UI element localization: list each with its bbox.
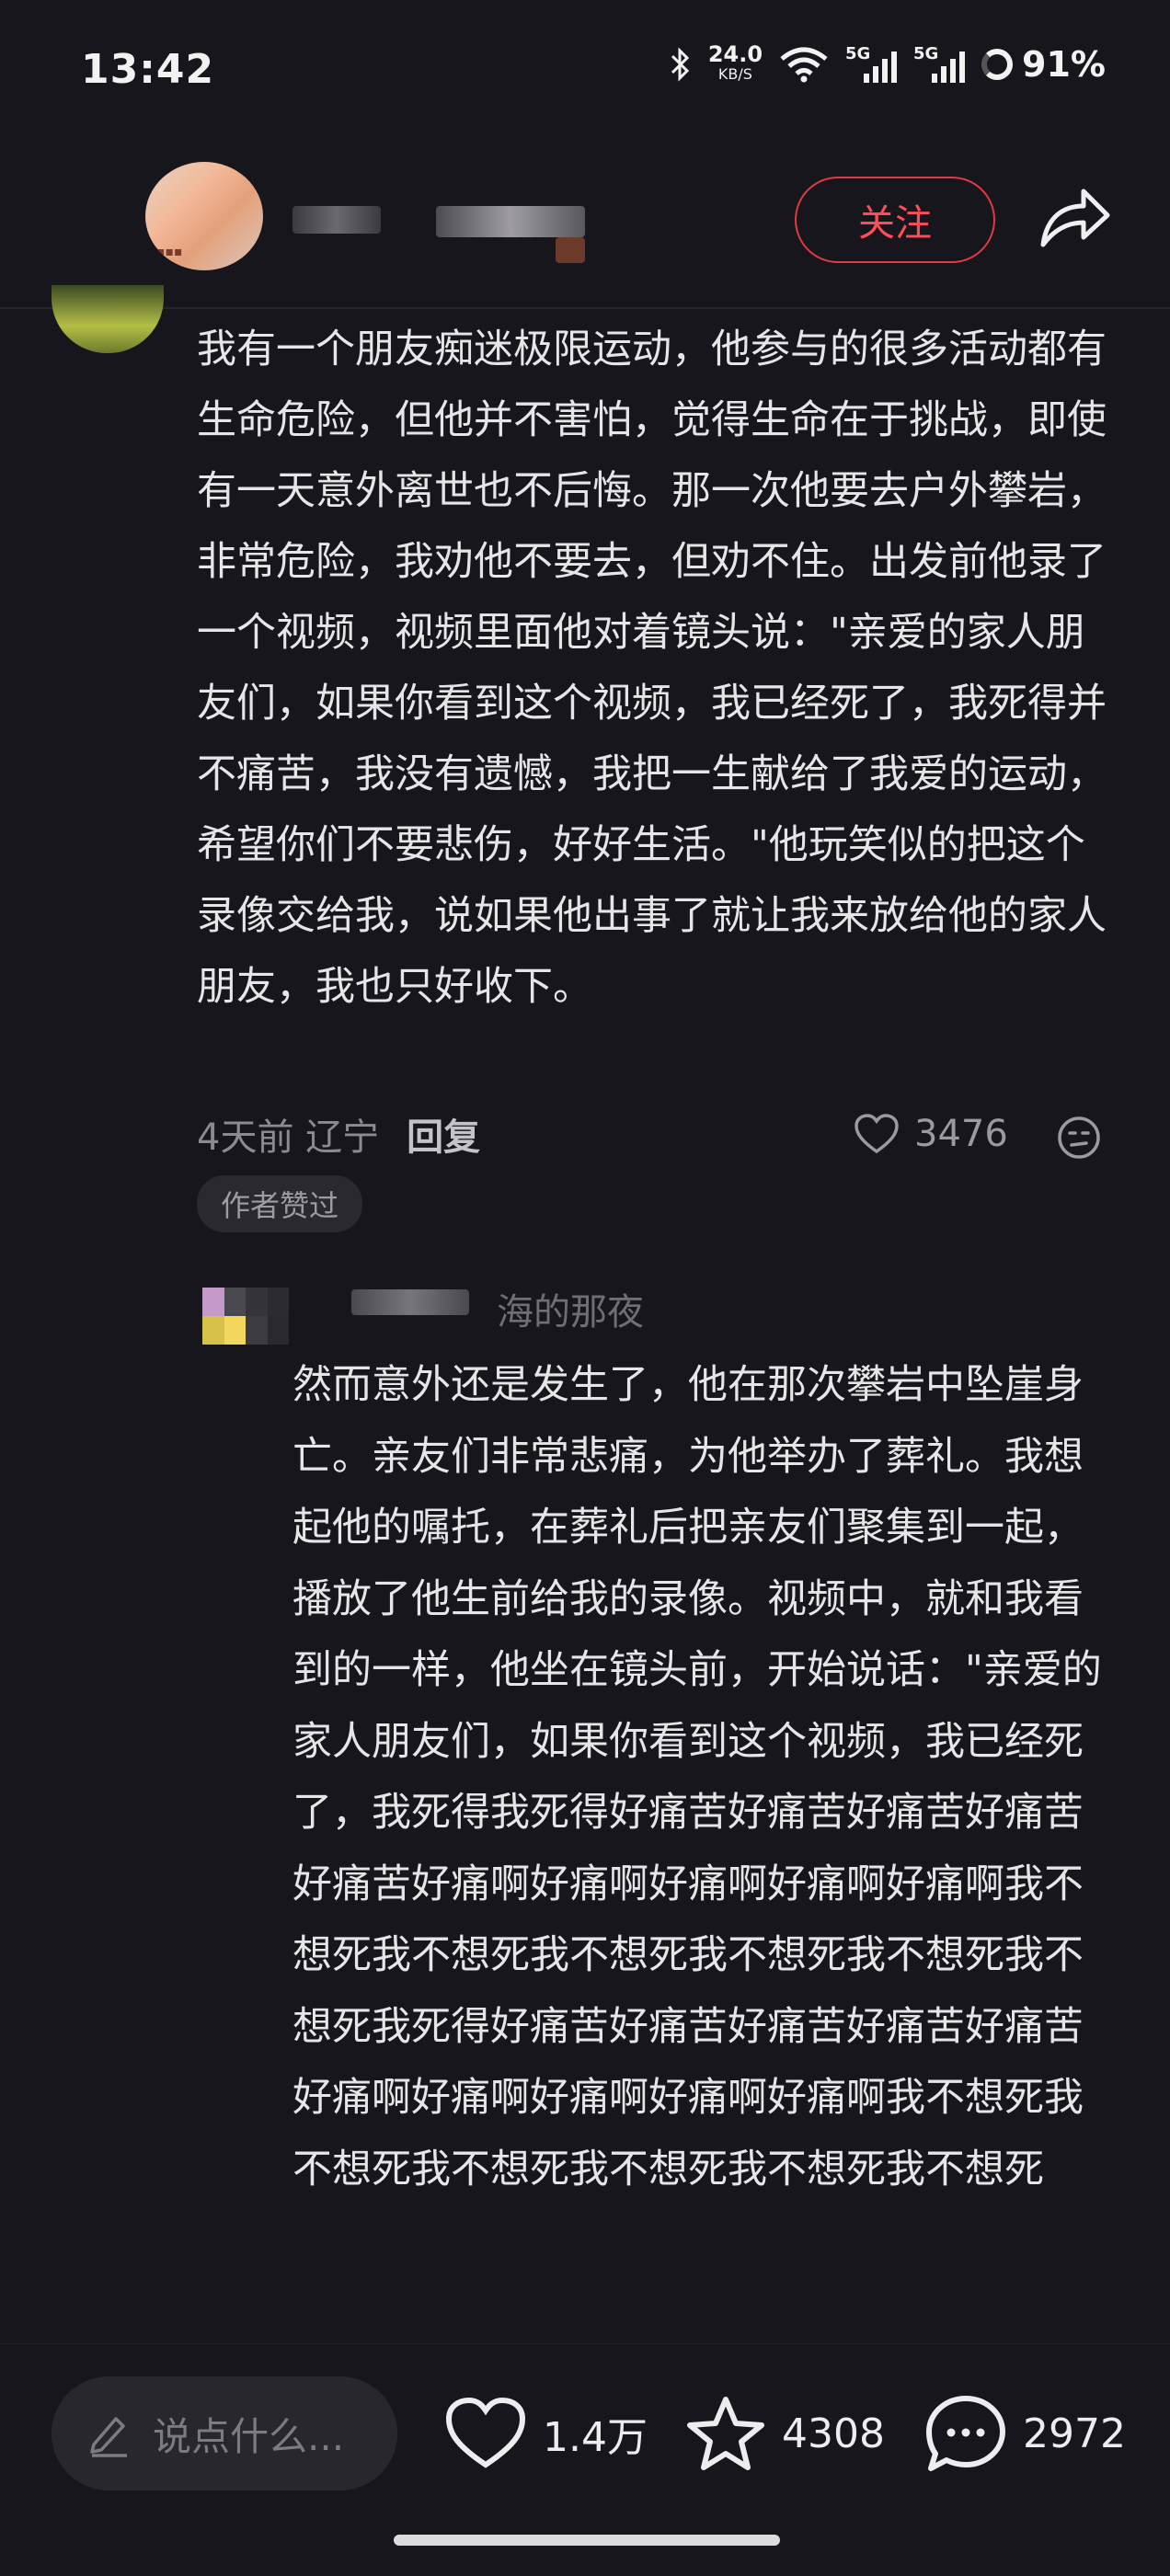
star-icon — [687, 2397, 764, 2470]
status-time: 13:42 — [81, 46, 215, 93]
comment-meta: 4天前 辽宁 回复 — [197, 1106, 480, 1162]
comment-like-count: 3476 — [914, 1113, 1008, 1155]
reply-name-blurred — [351, 1289, 469, 1315]
reply-button[interactable]: 回复 — [407, 1107, 480, 1161]
author-name-blurred[interactable] — [292, 206, 381, 234]
reply-text: 然而意外还是发生了，他在那次攀岩中坠崖身亡。亲友们非常悲痛，为他举办了葬礼。我想… — [292, 1362, 1102, 2192]
share-icon[interactable] — [1038, 180, 1113, 252]
commenter-avatar[interactable] — [52, 285, 164, 353]
favorite-count: 4308 — [782, 2410, 885, 2457]
wifi-icon — [780, 47, 828, 83]
signal-1-icon: 5G — [845, 44, 898, 85]
pencil-icon — [90, 2417, 127, 2457]
follow-button[interactable]: 关注 — [795, 177, 995, 263]
net-speed: 24.0 KB/S — [707, 41, 763, 83]
status-icons: 24.0 KB/S 5G 5G 91% — [670, 41, 1106, 85]
comment-input[interactable]: 说点什么... — [52, 2376, 397, 2490]
comment-like-button[interactable]: 3476 — [854, 1113, 1008, 1155]
author-avatar[interactable]: ▪▪▪ — [145, 162, 263, 270]
reply-author-name[interactable]: 海的那夜 — [497, 1282, 644, 1335]
comment-time-location: 4天前 辽宁 — [197, 1116, 380, 1159]
comment-input-placeholder: 说点什么... — [153, 2413, 345, 2459]
comments-button[interactable]: 2972 — [923, 2395, 1126, 2472]
author-badge-blurred — [556, 237, 585, 263]
favorite-button[interactable]: 4308 — [684, 2395, 885, 2472]
comment-text: 我有一个朋友痴迷极限运动，他参与的很多活动都有生命危险，但他并不害怕，觉得生命在… — [197, 326, 1107, 1010]
heart-icon — [445, 2397, 526, 2468]
battery-indicator: 91% — [981, 44, 1106, 85]
like-count: 1.4万 — [543, 2414, 648, 2461]
author-info-blurred — [436, 206, 585, 237]
reply-avatar[interactable] — [202, 1288, 289, 1345]
bluetooth-icon — [671, 47, 689, 82]
header-divider — [0, 307, 1170, 309]
battery-icon — [981, 49, 1014, 80]
heart-icon — [855, 1114, 899, 1154]
signal-2-icon: 5G — [913, 44, 966, 85]
chat-icon — [926, 2396, 1005, 2471]
home-indicator[interactable] — [394, 2535, 780, 2546]
author-liked-badge: 作者赞过 — [197, 1175, 362, 1232]
comment-count: 2972 — [1023, 2410, 1126, 2457]
face-icon[interactable] — [1056, 1115, 1102, 1161]
like-button[interactable]: 1.4万 — [443, 2395, 648, 2472]
